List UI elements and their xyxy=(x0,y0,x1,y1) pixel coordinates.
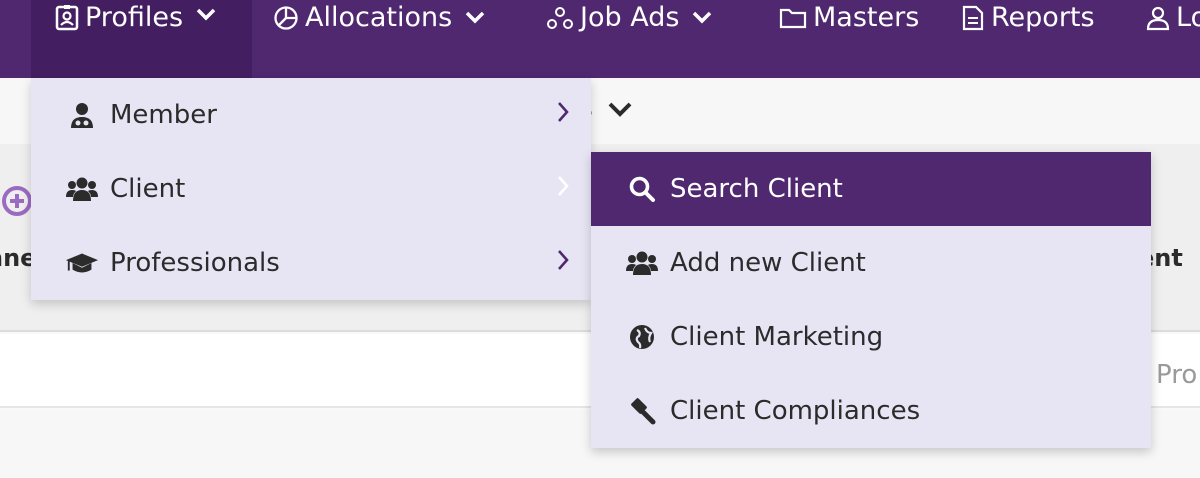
nav-label: Masters xyxy=(813,2,920,33)
menu-item-search-client[interactable]: Search Client xyxy=(591,152,1151,226)
network-icon xyxy=(546,6,574,30)
menu-item-add-new-client[interactable]: Add new Client xyxy=(591,226,1151,300)
pie-chart-icon xyxy=(273,5,299,31)
nav-label: Profiles xyxy=(85,2,184,33)
users-icon xyxy=(625,250,659,276)
row-value-text: Pro xyxy=(1156,360,1198,390)
id-badge-icon xyxy=(55,5,79,31)
menu-item-label: Client Marketing xyxy=(670,322,884,352)
menu-item-professionals[interactable]: Professionals xyxy=(31,226,591,300)
document-icon xyxy=(961,5,985,31)
menu-item-client-marketing[interactable]: Client Marketing xyxy=(591,300,1151,374)
graduation-cap-icon xyxy=(65,250,99,276)
add-circle-icon[interactable] xyxy=(2,186,32,216)
menu-item-member[interactable]: Member xyxy=(31,78,591,152)
chevron-down-icon xyxy=(464,9,486,27)
nav-item-job-ads[interactable]: Job Ads xyxy=(546,0,713,36)
nav-item-masters[interactable]: Masters xyxy=(779,0,919,36)
menu-item-label: Professionals xyxy=(110,248,280,278)
profiles-dropdown-menu: Member Client Professionals xyxy=(31,78,591,300)
client-submenu: Search Client Add new Client Client Mark… xyxy=(591,152,1151,448)
user-icon xyxy=(1146,5,1170,31)
search-icon xyxy=(625,175,659,203)
nav-label: Lo xyxy=(1176,2,1200,33)
top-navigation-bar: Profiles Allocations Job Ads Masters Rep… xyxy=(0,0,1200,78)
menu-item-client-compliances[interactable]: Client Compliances xyxy=(591,374,1151,448)
user-doctor-icon xyxy=(65,101,99,129)
nav-item-profiles[interactable]: Profiles xyxy=(31,0,252,78)
menu-item-label: Search Client xyxy=(670,174,843,204)
globe-icon xyxy=(625,324,659,350)
chevron-right-icon xyxy=(555,100,571,131)
nav-item-logout[interactable]: Lo xyxy=(1146,0,1200,36)
chevron-right-icon xyxy=(555,248,571,279)
chevron-down-icon xyxy=(195,6,217,24)
chevron-down-icon xyxy=(691,9,713,27)
chevron-down-icon xyxy=(608,102,632,117)
menu-item-label: Client Compliances xyxy=(670,396,921,426)
nav-item-reports[interactable]: Reports xyxy=(961,0,1095,36)
menu-item-label: Add new Client xyxy=(670,248,866,278)
menu-item-label: Member xyxy=(110,100,217,130)
nav-label: Job Ads xyxy=(580,2,680,33)
gavel-icon xyxy=(625,397,659,425)
chevron-right-icon xyxy=(555,174,571,205)
nav-item-allocations[interactable]: Allocations xyxy=(273,0,486,36)
nav-label: Allocations xyxy=(305,2,453,33)
users-icon xyxy=(65,176,99,202)
menu-item-label: Client xyxy=(110,174,186,204)
menu-item-client[interactable]: Client xyxy=(31,152,591,226)
folder-icon xyxy=(779,6,807,30)
nav-label: Reports xyxy=(991,2,1095,33)
